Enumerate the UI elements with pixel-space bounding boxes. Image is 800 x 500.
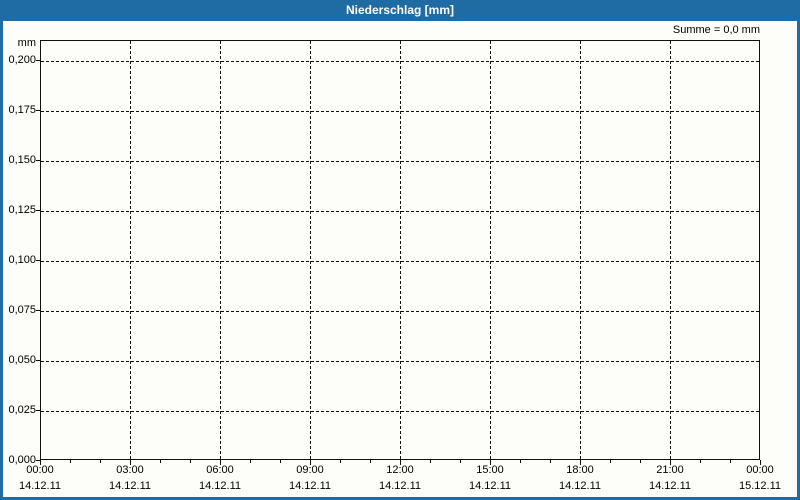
chart-title-bar: Niederschlag [mm] bbox=[3, 0, 797, 21]
x-axis-date-label: 14.12.11 bbox=[468, 480, 511, 492]
x-axis-major-tick bbox=[580, 460, 581, 465]
y-axis-tick-label: 0,050 bbox=[8, 354, 36, 366]
y-axis-tick bbox=[36, 310, 40, 311]
y-axis-tick bbox=[36, 210, 40, 211]
x-axis-minor-tick bbox=[520, 460, 521, 463]
x-axis-minor-tick bbox=[340, 460, 341, 463]
x-axis-major-tick bbox=[760, 460, 761, 465]
y-axis-tick bbox=[36, 260, 40, 261]
x-axis-date-label: 14.12.11 bbox=[558, 480, 601, 492]
x-axis-date-label: 14.12.11 bbox=[18, 480, 61, 492]
x-axis-time-label: 09:00 bbox=[296, 464, 324, 476]
x-axis-minor-tick bbox=[70, 460, 71, 463]
vertical-gridline bbox=[130, 41, 131, 459]
x-axis-date-label: 15.12.11 bbox=[738, 480, 781, 492]
x-axis-time-label: 06:00 bbox=[206, 464, 234, 476]
y-axis-tick-label: 0,100 bbox=[8, 254, 36, 266]
y-axis-tick-label: 0,150 bbox=[8, 154, 36, 166]
y-axis-tick-label: 0,025 bbox=[8, 404, 36, 416]
x-axis-date-label: 14.12.11 bbox=[198, 480, 241, 492]
x-axis-date-label: 14.12.11 bbox=[288, 480, 331, 492]
x-axis-time-label: 21:00 bbox=[656, 464, 684, 476]
y-axis-tick-label: 0,200 bbox=[8, 54, 36, 66]
y-axis-tick bbox=[36, 160, 40, 161]
vertical-gridline bbox=[670, 41, 671, 459]
y-axis-tick-label: 0,075 bbox=[8, 304, 36, 316]
x-axis-minor-tick bbox=[550, 460, 551, 463]
vertical-gridline bbox=[220, 41, 221, 459]
x-axis-date-label: 14.12.11 bbox=[108, 480, 151, 492]
y-axis-unit-label: mm bbox=[17, 37, 36, 49]
x-axis-minor-tick bbox=[370, 460, 371, 463]
vertical-gridline bbox=[400, 41, 401, 459]
y-axis-tick bbox=[36, 360, 40, 361]
x-axis-minor-tick bbox=[280, 460, 281, 463]
precipitation-chart-widget: Niederschlag [mm] Summe = 0,0 mm mm 0,20… bbox=[0, 0, 800, 500]
x-axis-date-label: 14.12.11 bbox=[648, 480, 691, 492]
x-axis-minor-tick bbox=[100, 460, 101, 463]
chart-title: Niederschlag [mm] bbox=[345, 3, 455, 17]
x-axis-minor-tick bbox=[640, 460, 641, 463]
y-axis-tick-label: 0,175 bbox=[8, 104, 36, 116]
x-axis-time-label: 18:00 bbox=[566, 464, 594, 476]
y-axis-tick-label: 0,125 bbox=[8, 204, 36, 216]
x-axis-time-label: 00:00 bbox=[746, 464, 774, 476]
x-axis-time-label: 15:00 bbox=[476, 464, 504, 476]
x-axis-minor-tick bbox=[190, 460, 191, 463]
x-axis-date-label: 14.12.11 bbox=[378, 480, 421, 492]
x-axis-minor-tick bbox=[610, 460, 611, 463]
x-axis-minor-tick bbox=[250, 460, 251, 463]
x-axis-minor-tick bbox=[730, 460, 731, 463]
vertical-gridline bbox=[310, 41, 311, 459]
x-axis-major-tick bbox=[400, 460, 401, 465]
vertical-gridline bbox=[580, 41, 581, 459]
x-axis-major-tick bbox=[130, 460, 131, 465]
x-axis-major-tick bbox=[40, 460, 41, 465]
plot-area bbox=[40, 40, 760, 460]
x-axis-minor-tick bbox=[160, 460, 161, 463]
x-axis-major-tick bbox=[220, 460, 221, 465]
y-axis-tick bbox=[36, 410, 40, 411]
x-axis-minor-tick bbox=[700, 460, 701, 463]
x-axis-minor-tick bbox=[430, 460, 431, 463]
sum-annotation: Summe = 0,0 mm bbox=[672, 24, 760, 36]
y-axis-tick bbox=[36, 110, 40, 111]
x-axis-major-tick bbox=[310, 460, 311, 465]
x-axis-minor-tick bbox=[460, 460, 461, 463]
y-axis-tick bbox=[36, 60, 40, 61]
x-axis-major-tick bbox=[490, 460, 491, 465]
x-axis-major-tick bbox=[670, 460, 671, 465]
x-axis-time-label: 00:00 bbox=[26, 464, 54, 476]
vertical-gridline bbox=[490, 41, 491, 459]
x-axis-time-label: 12:00 bbox=[386, 464, 414, 476]
x-axis-time-label: 03:00 bbox=[116, 464, 144, 476]
